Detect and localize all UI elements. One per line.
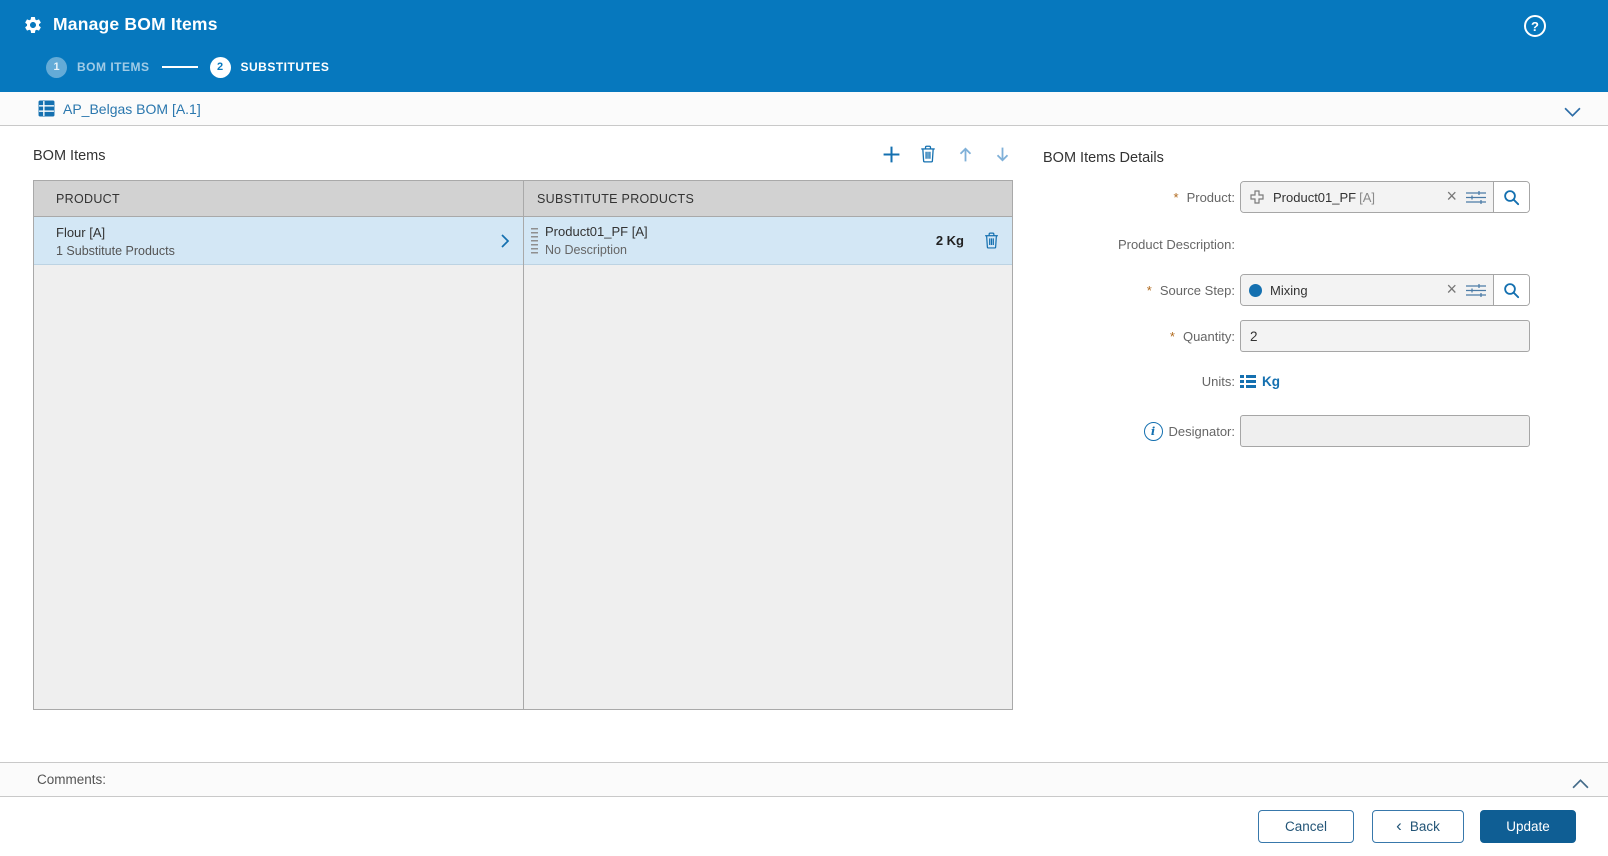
details-panel-title: BOM Items Details xyxy=(1043,150,1164,166)
product-description-label: Product Description: xyxy=(1117,236,1235,252)
step-substitutes[interactable]: 2 SUBSTITUTES xyxy=(209,56,330,78)
bom-structure-icon xyxy=(1249,189,1265,205)
source-step-value: Mixing xyxy=(1270,282,1308,298)
units-value-link[interactable]: Kg xyxy=(1262,374,1280,389)
info-icon[interactable]: i xyxy=(1143,421,1163,441)
help-icon[interactable]: ? xyxy=(1524,15,1546,37)
wizard-steps: 1 BOM ITEMS 2 SUBSTITUTES xyxy=(46,56,329,78)
product-cell[interactable]: Flour [A] 1 Substitute Products xyxy=(34,217,523,264)
step-label: SUBSTITUTES xyxy=(240,60,330,74)
step-connector xyxy=(161,66,198,68)
sliders-icon[interactable] xyxy=(1466,190,1486,205)
chevron-right-icon[interactable] xyxy=(500,233,510,254)
manage-bom-items-dialog: Manage BOM Items ? 1 BOM ITEMS 2 SUBSTIT… xyxy=(0,0,1608,856)
step-number: 2 xyxy=(209,56,231,78)
drag-handle-icon[interactable] xyxy=(531,227,538,254)
step-bom-items[interactable]: 1 BOM ITEMS xyxy=(46,56,150,78)
required-asterisk: * xyxy=(1173,189,1179,205)
quantity-input[interactable] xyxy=(1240,320,1530,352)
substitute-name: Product01_PF [A] xyxy=(545,223,648,239)
substitute-cell[interactable]: Product01_PF [A] No Description 2 Kg xyxy=(523,217,1012,264)
product-picker: Product01_PF [A] × xyxy=(1240,181,1530,213)
chevron-up-icon[interactable] xyxy=(1572,776,1589,794)
column-header-substitute-products: SUBSTITUTE PRODUCTS xyxy=(537,191,695,206)
sliders-icon[interactable] xyxy=(1466,283,1486,298)
substitute-quantity: 2 Kg xyxy=(935,233,964,248)
designator-input[interactable] xyxy=(1240,415,1530,447)
comments-label: Comments: xyxy=(37,772,107,787)
chevron-down-icon[interactable] xyxy=(1564,104,1581,122)
update-button[interactable]: Update xyxy=(1480,810,1576,843)
bom-items-toolbar xyxy=(33,143,1013,165)
source-step-picker: Mixing × xyxy=(1240,274,1530,306)
product-name: Flour [A] xyxy=(56,225,106,240)
step-label: BOM ITEMS xyxy=(77,60,150,74)
table-icon xyxy=(38,100,55,117)
product-picker-value[interactable]: Product01_PF [A] × xyxy=(1241,182,1494,212)
dialog-title: Manage BOM Items xyxy=(53,14,218,34)
field-row-units: Units: Kg xyxy=(1043,369,1532,393)
bom-selector-label[interactable]: AP_Belgas BOM [A.1] xyxy=(63,101,201,117)
search-icon[interactable] xyxy=(1494,182,1529,212)
cancel-button[interactable]: Cancel xyxy=(1258,810,1354,843)
product-value: Product01_PF xyxy=(1273,189,1357,205)
required-asterisk: * xyxy=(1169,328,1175,344)
source-step-field-label: Source Step: xyxy=(1159,282,1235,298)
gear-icon xyxy=(23,15,43,35)
substitute-description: No Description xyxy=(545,242,627,257)
source-step-picker-value[interactable]: Mixing × xyxy=(1241,275,1494,305)
field-row-designator: i Designator: xyxy=(1043,415,1532,447)
required-asterisk: * xyxy=(1146,282,1152,298)
workflow-step-dot-icon xyxy=(1249,283,1262,297)
step-number: 1 xyxy=(46,56,67,78)
field-row-product-description: Product Description: xyxy=(1043,234,1532,254)
product-revision: [A] xyxy=(1359,189,1376,205)
trash-icon[interactable] xyxy=(983,232,999,250)
clear-icon[interactable]: × xyxy=(1446,187,1457,205)
list-icon xyxy=(1240,374,1256,388)
search-icon[interactable] xyxy=(1494,275,1529,305)
arrow-up-icon[interactable] xyxy=(954,143,976,165)
product-field-label: Product: xyxy=(1186,189,1235,205)
product-substitute-count: 1 Substitute Products xyxy=(56,244,175,258)
chevron-left-icon: ‹ xyxy=(1396,815,1402,835)
back-button-label: Back xyxy=(1409,819,1440,834)
add-icon[interactable] xyxy=(880,143,902,165)
field-row-source-step: * Source Step: Mixing × xyxy=(1043,274,1532,306)
clear-icon[interactable]: × xyxy=(1446,280,1457,298)
arrow-down-icon[interactable] xyxy=(991,143,1013,165)
column-header-product: PRODUCT xyxy=(56,191,120,206)
quantity-field-label: Quantity: xyxy=(1182,328,1235,344)
back-button[interactable]: ‹ Back xyxy=(1372,810,1464,843)
field-row-product: * Product: Product01_PF [A] × xyxy=(1043,181,1532,213)
field-row-quantity: * Quantity: xyxy=(1043,320,1532,352)
comments-bar: Comments: xyxy=(0,762,1608,797)
units-field-label: Units: xyxy=(1201,373,1235,389)
column-divider xyxy=(523,181,524,709)
dialog-header: Manage BOM Items ? 1 BOM ITEMS 2 SUBSTIT… xyxy=(0,0,1608,92)
bom-selector-bar: AP_Belgas BOM [A.1] xyxy=(0,92,1608,126)
bom-items-table: PRODUCT SUBSTITUTE PRODUCTS Flour [A] 1 … xyxy=(33,180,1013,710)
trash-icon[interactable] xyxy=(917,143,939,165)
designator-field-label: Designator: xyxy=(1168,423,1235,439)
